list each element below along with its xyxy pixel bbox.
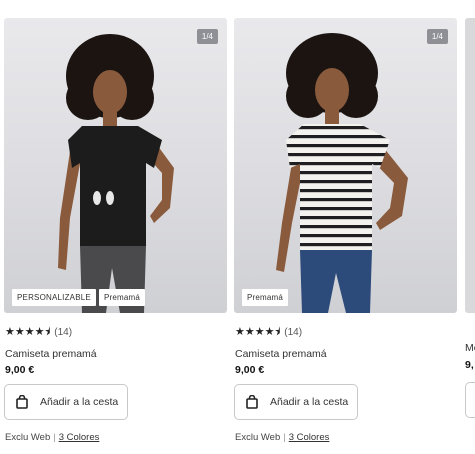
exclusive-label: Exclu Web: [5, 432, 51, 443]
product-tags: PERSONALIZABLE Premamá: [12, 289, 146, 306]
product-price: 9,00 €: [5, 364, 35, 376]
product-title-partial[interactable]: Me: [465, 342, 475, 354]
add-to-cart-button-partial[interactable]: [465, 382, 475, 418]
rating[interactable]: ★★★★⯨ (14): [235, 323, 457, 342]
tag-premama: Premamá: [242, 289, 289, 306]
add-to-cart-button[interactable]: Añadir a la cesta: [234, 384, 358, 420]
product-image-partial[interactable]: [465, 18, 475, 313]
tag-personalizable: PERSONALIZABLE: [12, 289, 96, 306]
product-image[interactable]: 1/4 PERSONALIZABLE Premamá: [4, 18, 227, 313]
colors-link[interactable]: 3 Colores: [289, 432, 330, 443]
shopping-bag-icon: [16, 395, 28, 409]
product-image[interactable]: 1/4 Premamá: [234, 18, 457, 313]
rating[interactable]: ★★★★⯨ (14): [5, 323, 227, 342]
add-to-cart-label: Añadir a la cesta: [270, 396, 349, 408]
product-meta: Exclu Web | 3 Colores: [235, 432, 330, 443]
product-price-partial: 9,: [465, 359, 474, 371]
product-tags: Premamá: [242, 289, 289, 306]
product-card[interactable]: 1/4 Premamá ★★★★⯨ (14) Camiseta premamá …: [234, 18, 457, 443]
model-photo: [58, 34, 174, 313]
rating-count: (14): [284, 327, 303, 338]
product-price: 9,00 €: [235, 364, 265, 376]
product-meta: Exclu Web | 3 Colores: [5, 432, 100, 443]
tag-premama: Premamá: [98, 289, 146, 306]
colors-link[interactable]: 3 Colores: [59, 432, 100, 443]
shopping-bag-icon: [246, 395, 258, 409]
star-rating-icon: ★★★★⯨: [235, 326, 281, 338]
model-photo: [276, 33, 408, 313]
image-counter-badge: 1/4: [196, 29, 218, 44]
add-to-cart-button[interactable]: Añadir a la cesta: [4, 384, 128, 420]
rating-count: (14): [54, 327, 73, 338]
image-counter-badge: 1/4: [426, 29, 448, 44]
star-rating-icon: ★★★★⯨: [5, 326, 51, 338]
exclusive-label: Exclu Web: [235, 432, 281, 443]
product-title[interactable]: Camiseta premamá: [235, 348, 457, 360]
product-title[interactable]: Camiseta premamá: [5, 348, 227, 360]
add-to-cart-label: Añadir a la cesta: [40, 396, 119, 408]
product-card[interactable]: 1/4 PERSONALIZABLE Premamá ★★★★⯨ (14) Ca…: [4, 18, 227, 443]
